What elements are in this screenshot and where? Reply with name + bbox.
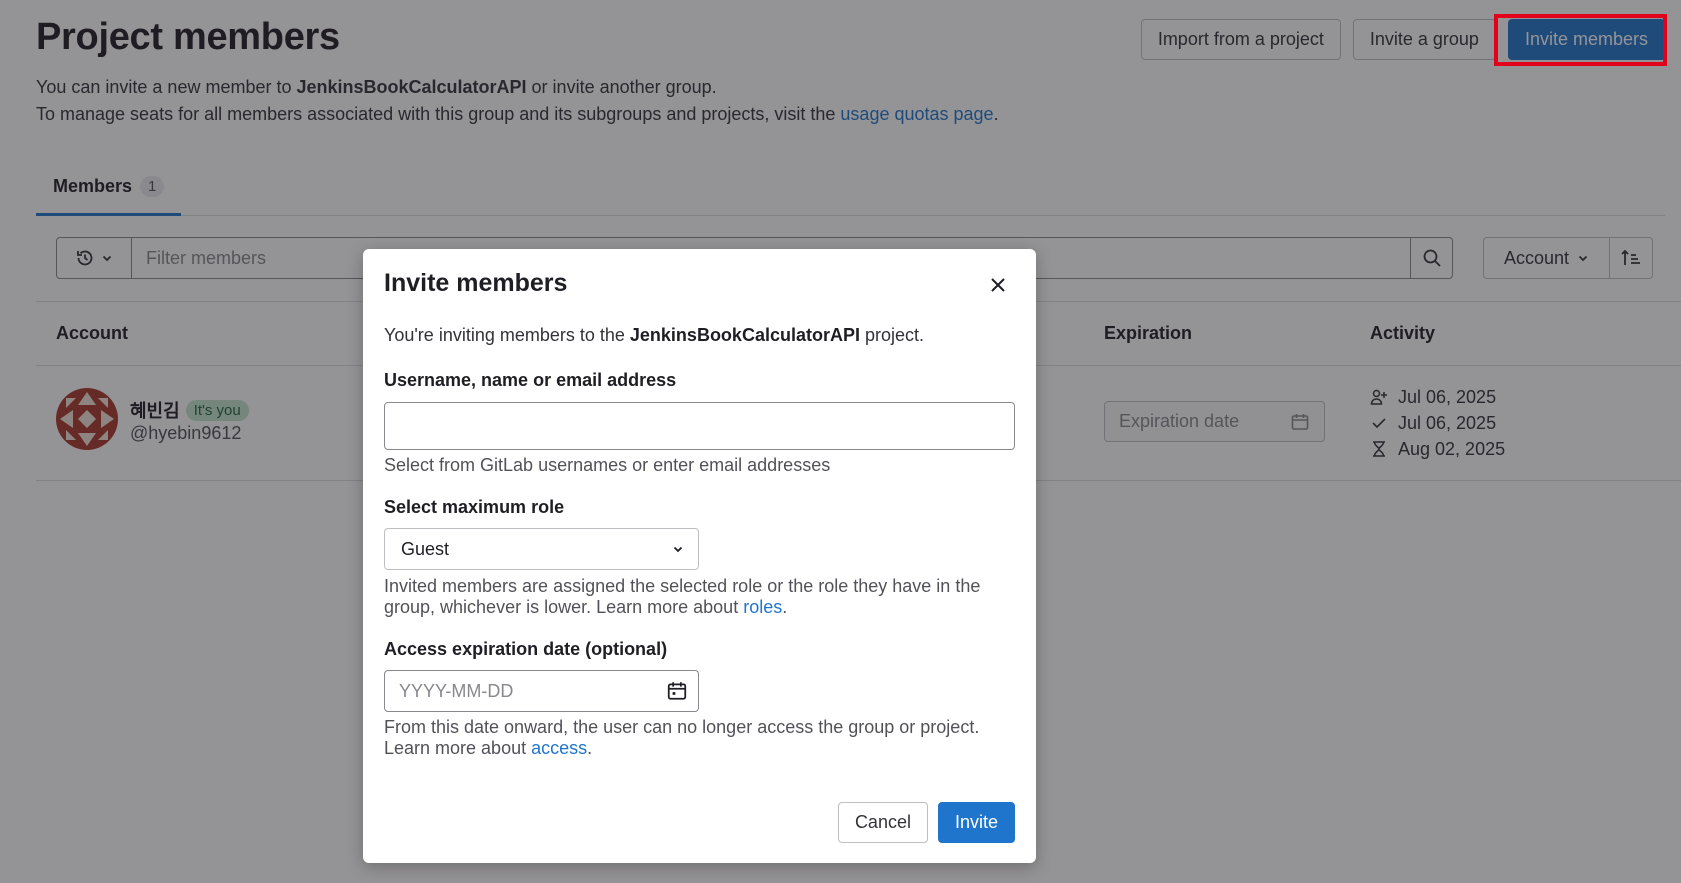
- role-help: Invited members are assigned the selecte…: [384, 576, 1024, 618]
- role-help-text: Invited members are assigned the selecte…: [384, 576, 981, 617]
- cancel-button[interactable]: Cancel: [837, 802, 928, 843]
- intro-project-name: JenkinsBookCalculatorAPI: [629, 325, 860, 345]
- close-icon: [991, 278, 1005, 292]
- username-help: Select from GitLab usernames or enter em…: [384, 455, 831, 475]
- modal-intro: You're inviting members to the JenkinsBo…: [384, 325, 924, 346]
- close-button[interactable]: [986, 273, 1010, 297]
- username-input[interactable]: [384, 402, 1015, 450]
- invite-members-modal: Invite members You're inviting members t…: [363, 249, 1036, 863]
- date-placeholder: YYYY-MM-DD: [399, 680, 514, 701]
- expiration-date-input[interactable]: YYYY-MM-DD: [384, 670, 699, 712]
- role-select[interactable]: Guest: [384, 528, 699, 570]
- modal-title: Invite members: [384, 269, 568, 297]
- intro-text: You're inviting members to the: [384, 325, 630, 345]
- expiration-help: From this date onward, the user can no l…: [384, 717, 1024, 759]
- roles-link[interactable]: roles: [743, 597, 782, 617]
- modal-footer: Cancel Invite: [837, 802, 1015, 843]
- intro-text: project.: [859, 325, 924, 345]
- access-link[interactable]: access: [531, 738, 587, 758]
- username-label: Username, name or email address: [384, 370, 677, 390]
- expiration-help-text: From this date onward, the user can no l…: [384, 717, 980, 758]
- invite-button[interactable]: Invite: [937, 802, 1015, 843]
- calendar-icon[interactable]: [666, 680, 688, 702]
- expiration-help-text: .: [587, 738, 593, 758]
- expiration-label: Access expiration date (optional): [384, 639, 668, 659]
- role-selected-value: Guest: [401, 538, 450, 559]
- chevron-down-icon: [673, 546, 683, 553]
- role-help-text: .: [782, 597, 788, 617]
- role-label: Select maximum role: [384, 497, 565, 517]
